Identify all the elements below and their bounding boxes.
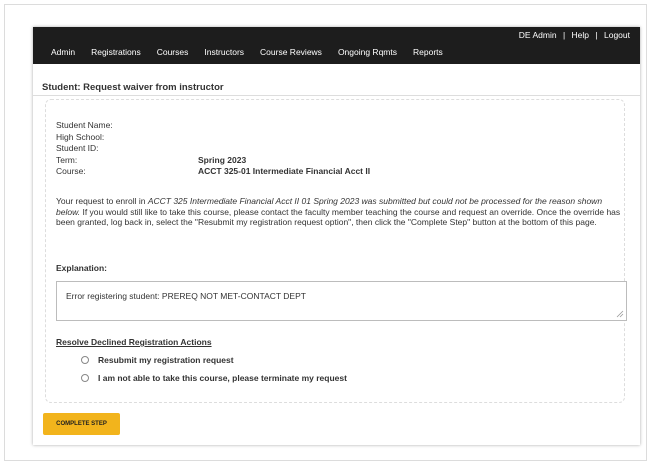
student-name-label: Student Name: (56, 120, 113, 130)
course-label: Course: (56, 166, 86, 176)
course-row: Course: ACCT 325-01 Intermediate Financi… (56, 166, 370, 178)
term-label: Term: (56, 154, 78, 165)
option-resubmit[interactable]: Resubmit my registration request (81, 355, 234, 365)
separator: | (595, 30, 598, 40)
menu-item-reports[interactable]: Reports (413, 47, 443, 57)
menu-item-courses[interactable]: Courses (157, 47, 189, 57)
student-info: Student Name: High School: Student ID: T… (56, 120, 370, 178)
logout-link[interactable]: Logout (604, 30, 630, 40)
resolve-actions-heading: Resolve Declined Registration Actions (56, 337, 212, 347)
message-lead: Your request to enroll in (56, 196, 148, 206)
course-value: ACCT 325-01 Intermediate Financial Acct … (198, 166, 371, 176)
explanation-text: Error registering student: PREREQ NOT ME… (66, 291, 306, 301)
top-nav: DE Admin | Help | Logout Admin Registrat… (33, 27, 640, 64)
main-menu: Admin Registrations Courses Instructors … (51, 47, 459, 57)
high-school-label: High School: (56, 131, 105, 142)
explanation-textarea[interactable]: Error registering student: PREREQ NOT ME… (56, 281, 627, 321)
student-id-row: Student ID: (56, 143, 370, 155)
student-id-label: Student ID: (56, 143, 99, 153)
help-link[interactable]: Help (572, 30, 589, 40)
option-label: Resubmit my registration request (98, 355, 234, 365)
resize-grip-icon[interactable] (616, 310, 624, 318)
menu-item-ongoing-rqmts[interactable]: Ongoing Rqmts (338, 47, 397, 57)
option-terminate[interactable]: I am not able to take this course, pleas… (81, 373, 347, 383)
menu-item-registrations[interactable]: Registrations (91, 47, 141, 57)
user-links: DE Admin | Help | Logout (519, 30, 630, 40)
radio-button[interactable] (81, 356, 89, 364)
menu-item-course-reviews[interactable]: Course Reviews (260, 47, 322, 57)
separator: | (562, 30, 566, 40)
explanation-label: Explanation: (56, 263, 108, 273)
title-divider (33, 95, 640, 96)
term-row: Term: Spring 2023 (56, 155, 370, 167)
high-school-row: High School: (56, 132, 370, 144)
instructions-message: Your request to enroll in ACCT 325 Inter… (56, 196, 628, 228)
option-label: I am not able to take this course, pleas… (98, 373, 347, 383)
message-rest: If you would still like to take this cou… (56, 206, 621, 228)
complete-step-button[interactable]: COMPLETE STEP (43, 413, 120, 435)
radio-button[interactable] (81, 374, 89, 382)
menu-item-admin[interactable]: Admin (51, 47, 75, 57)
admin-user-link[interactable]: DE Admin (519, 30, 557, 40)
term-value: Spring 2023 (198, 154, 247, 165)
main-content: DE Admin | Help | Logout Admin Registrat… (33, 27, 640, 445)
student-name-row: Student Name: (56, 120, 370, 132)
menu-item-instructors[interactable]: Instructors (204, 47, 244, 57)
page-title: Student: Request waiver from instructor (42, 82, 224, 93)
